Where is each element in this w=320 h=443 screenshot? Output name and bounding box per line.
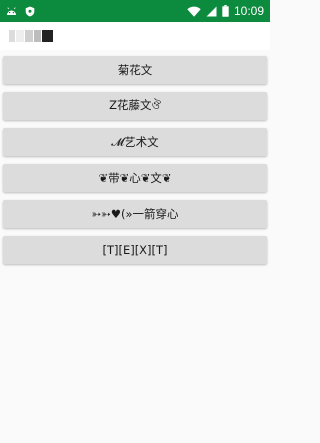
status-right: 10:09 (187, 5, 270, 17)
masked-text-block (25, 30, 33, 42)
status-left (0, 6, 35, 17)
juhua-text-button[interactable]: 菊花文 (3, 56, 267, 84)
signal-icon (206, 6, 217, 17)
masked-text-block (42, 30, 53, 42)
text-input-row (0, 22, 270, 70)
vine-text-button[interactable]: Z花藤文ঔ (3, 92, 267, 120)
battery-icon (222, 5, 229, 17)
shield-icon (25, 6, 35, 17)
style-button-list: 菊花文 Z花藤文ঔ 𝓜艺术文 ❦带❦心❦文❦ ➳➳♥(»一箭穿心 [T][E][… (3, 56, 267, 272)
status-time: 10:09 (233, 4, 264, 18)
status-bar: 10:09 (0, 0, 270, 22)
masked-text-block (16, 30, 24, 42)
masked-text-block (34, 30, 41, 42)
arrow-heart-text-button[interactable]: ➳➳♥(»一箭穿心 (3, 200, 267, 228)
masked-text-block (9, 30, 15, 42)
bracket-text-button[interactable]: [T][E][X][T] (3, 236, 267, 264)
heart-text-button[interactable]: ❦带❦心❦文❦ (3, 164, 267, 192)
wifi-icon (187, 6, 201, 17)
android-icon (6, 6, 17, 16)
art-text-button[interactable]: 𝓜艺术文 (3, 128, 267, 156)
